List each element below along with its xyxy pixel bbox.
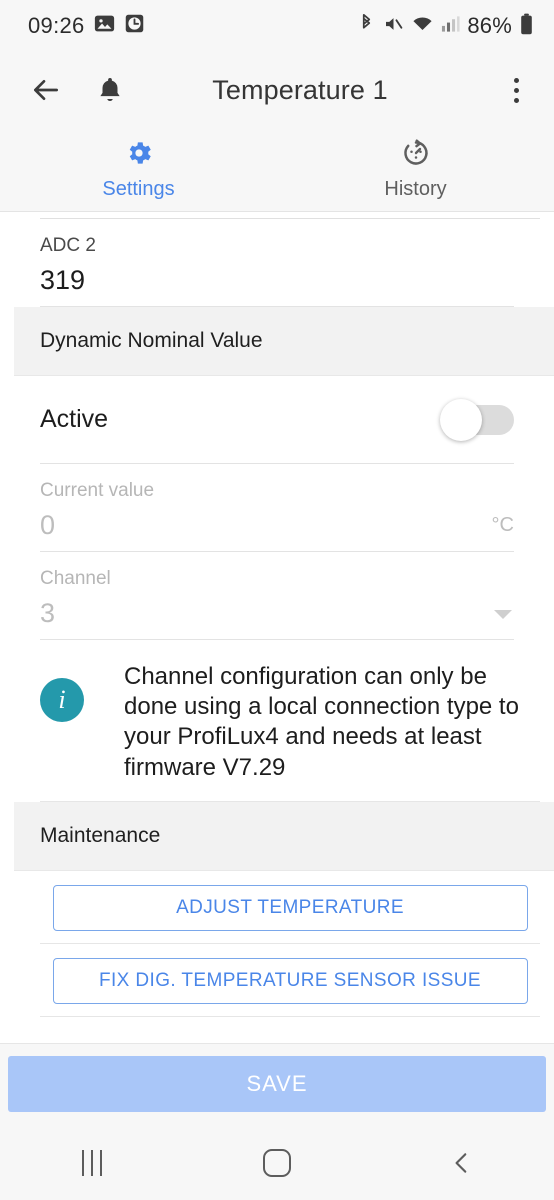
status-bar-right: 86% — [357, 13, 534, 40]
adjust-temperature-button[interactable]: ADJUST TEMPERATURE — [52, 884, 528, 931]
photo-icon — [94, 13, 115, 39]
status-bar: 09:26 86% — [0, 0, 554, 52]
status-bar-clock: 09:26 — [28, 13, 85, 38]
battery-icon — [519, 13, 534, 40]
settings-scroll-area[interactable]: ADC 2 319 Dynamic Nominal Value Active C… — [0, 212, 554, 1043]
alarm-clock-icon — [124, 13, 145, 39]
status-bar-left: 09:26 — [28, 13, 145, 39]
current-value-unit: °C — [491, 514, 514, 536]
chevron-down-icon — [494, 610, 512, 619]
fix-sensor-issue-button[interactable]: FIX DIG. TEMPERATURE SENSOR ISSUE — [52, 957, 528, 1004]
tab-history-label: History — [384, 178, 447, 200]
active-toggle-switch[interactable] — [440, 398, 514, 441]
save-button[interactable]: SAVE — [8, 1056, 546, 1112]
channel-value: 3 — [40, 598, 56, 628]
adc-field[interactable]: ADC 2 319 — [40, 219, 514, 307]
section-dynamic-nominal-value: Dynamic Nominal Value — [14, 307, 554, 376]
cellular-signal-icon — [441, 14, 460, 39]
bluetooth-icon — [357, 13, 376, 40]
active-toggle-label: Active — [40, 405, 109, 433]
toggle-knob — [440, 398, 482, 441]
volume-mute-icon — [383, 14, 404, 39]
tab-history[interactable]: History — [277, 128, 554, 211]
wifi-icon — [411, 14, 434, 39]
save-bar: SAVE — [0, 1043, 554, 1126]
nav-back-icon[interactable] — [369, 1150, 554, 1176]
adjust-temperature-row: ADJUST TEMPERATURE — [40, 871, 540, 944]
overflow-menu-icon[interactable] — [496, 68, 536, 112]
section-maintenance: Maintenance — [14, 801, 554, 871]
fix-sensor-issue-row: FIX DIG. TEMPERATURE SENSOR ISSUE — [40, 944, 540, 1017]
tab-bar: Settings History — [0, 128, 554, 212]
notification-bell-icon[interactable] — [88, 68, 132, 112]
tab-settings[interactable]: Settings — [0, 128, 277, 211]
home-icon[interactable] — [185, 1149, 370, 1177]
active-toggle-row[interactable]: Active — [40, 376, 514, 464]
battery-percent-label: 86% — [467, 13, 512, 38]
tab-settings-label: Settings — [102, 178, 175, 200]
history-timer-icon — [401, 138, 431, 173]
channel-field: Channel 3 — [40, 552, 514, 640]
current-value-label: Current value — [40, 480, 155, 501]
phone-screen: 09:26 86% Temperature 1 Settings History… — [0, 0, 554, 1200]
current-value-value: 0 — [40, 510, 56, 540]
page-title: Temperature 1 — [212, 74, 388, 105]
adc-field-value: 319 — [40, 265, 86, 295]
adc-field-label: ADC 2 — [40, 235, 96, 256]
info-note-text: Channel configuration can only be done u… — [124, 663, 519, 781]
back-arrow-icon[interactable] — [26, 70, 66, 110]
info-icon: i — [40, 678, 84, 722]
info-note: i Channel configuration can only be done… — [40, 640, 540, 802]
android-nav-bar — [0, 1126, 554, 1200]
section-title: Maintenance — [40, 823, 161, 847]
section-title: Dynamic Nominal Value — [40, 329, 263, 352]
recents-icon[interactable] — [0, 1150, 185, 1176]
channel-label: Channel — [40, 568, 111, 589]
app-bar: Temperature 1 — [0, 52, 554, 128]
gear-icon — [124, 138, 154, 173]
current-value-field: Current value 0 °C — [40, 464, 514, 552]
